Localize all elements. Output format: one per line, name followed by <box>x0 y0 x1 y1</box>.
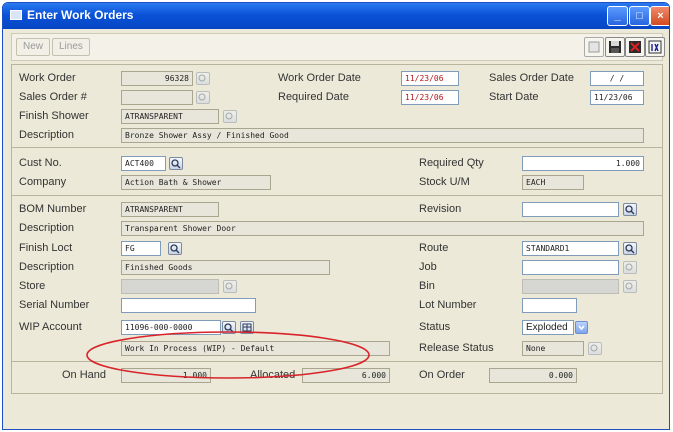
work-order-lookup-icon[interactable] <box>196 72 210 85</box>
start-date-label: Start Date <box>489 91 539 103</box>
enter-work-orders-window: Enter Work Orders _ □ × New Lines Work O… <box>2 2 670 430</box>
sales-order-date-field[interactable]: / / <box>590 71 644 86</box>
required-date-field[interactable]: 11/23/06 <box>401 90 459 105</box>
start-date-field[interactable]: 11/23/06 <box>590 90 644 105</box>
highlight-ellipse <box>86 331 370 379</box>
company-field[interactable]: Action Bath & Shower <box>121 175 271 190</box>
bom-number-field[interactable]: ATRANSPARENT <box>121 202 219 217</box>
route-lookup-icon[interactable] <box>623 242 637 255</box>
finish-loct-lookup-icon[interactable] <box>168 242 182 255</box>
bin-field[interactable] <box>522 279 619 294</box>
revision-field[interactable] <box>522 202 619 217</box>
help-book-icon[interactable] <box>645 37 665 57</box>
sales-order-number-field[interactable] <box>121 90 193 105</box>
route-label: Route <box>419 242 449 254</box>
job-label: Job <box>419 261 437 273</box>
bom-description-label: Description <box>19 222 75 234</box>
required-qty-label: Required Qty <box>419 157 484 169</box>
on-order-label: On Order <box>419 369 465 381</box>
maximize-button[interactable]: □ <box>629 6 650 26</box>
close-button[interactable]: × <box>650 6 669 26</box>
revision-label: Revision <box>419 203 462 215</box>
app-icon <box>10 10 22 20</box>
blank-icon[interactable] <box>584 37 604 57</box>
work-order-field[interactable]: 96328 <box>121 71 193 86</box>
new-button[interactable]: New <box>16 38 51 56</box>
serial-number-field[interactable] <box>121 298 256 313</box>
stock-um-field[interactable]: EACH <box>522 175 584 190</box>
sales-order-number-label: Sales Order # <box>19 91 87 103</box>
description-field[interactable]: Bronze Shower Assy / Finished Good <box>121 128 644 143</box>
section-divider <box>12 195 662 196</box>
finish-shower-lookup-icon[interactable] <box>223 110 237 123</box>
release-status-lookup-icon[interactable] <box>588 342 602 355</box>
work-order-label: Work Order <box>19 72 76 84</box>
serial-number-label: Serial Number <box>19 299 90 311</box>
bom-description-field[interactable]: Transparent Shower Door <box>121 221 644 236</box>
sales-order-date-label: Sales Order Date <box>489 72 574 84</box>
route-field[interactable]: STANDARD1 <box>522 241 619 256</box>
status-label: Status <box>419 321 451 333</box>
on-order-field[interactable]: 0.000 <box>489 368 577 383</box>
cust-no-lookup-icon[interactable] <box>169 157 183 170</box>
cust-no-label: Cust No. <box>19 157 62 169</box>
finish-shower-field[interactable]: ATRANSPARENT <box>121 109 219 124</box>
revision-lookup-icon[interactable] <box>623 203 637 216</box>
delete-icon[interactable] <box>625 37 645 57</box>
lines-button[interactable]: Lines <box>52 38 90 56</box>
job-field[interactable] <box>522 260 619 275</box>
required-qty-field[interactable]: 1.000 <box>522 156 644 171</box>
description-label: Description <box>19 129 75 141</box>
loct-description-field[interactable]: Finished Goods <box>121 260 330 275</box>
store-lookup-icon[interactable] <box>223 280 237 293</box>
lot-number-field[interactable] <box>522 298 577 313</box>
wip-account-label: WIP Account <box>19 321 82 333</box>
sales-order-lookup-icon[interactable] <box>196 91 210 104</box>
stock-um-label: Stock U/M <box>419 176 470 188</box>
loct-description-label: Description <box>19 261 75 273</box>
bin-lookup-icon[interactable] <box>623 280 637 293</box>
job-lookup-icon[interactable] <box>623 261 637 274</box>
work-order-date-field[interactable]: 11/23/06 <box>401 71 459 86</box>
work-order-date-label: Work Order Date <box>278 72 361 84</box>
section-divider <box>12 147 662 148</box>
release-status-label: Release Status <box>419 342 494 354</box>
bom-number-label: BOM Number <box>19 203 87 215</box>
release-status-field[interactable]: None <box>522 341 584 356</box>
window-title: Enter Work Orders <box>27 8 134 22</box>
chevron-down-icon[interactable] <box>575 321 588 334</box>
finish-loct-label: Finish Loct <box>19 242 73 254</box>
finish-shower-label: Finish Shower <box>19 110 89 122</box>
cust-no-field[interactable]: ACT400 <box>121 156 166 171</box>
store-field[interactable] <box>121 279 219 294</box>
finish-loct-field[interactable]: FG <box>121 241 161 256</box>
title-bar[interactable]: Enter Work Orders _ □ × <box>3 3 669 29</box>
required-date-label: Required Date <box>278 91 349 103</box>
status-select[interactable]: Exploded <box>522 320 574 335</box>
lot-number-label: Lot Number <box>419 299 477 311</box>
toolbar: New Lines <box>11 33 665 61</box>
company-label: Company <box>19 176 67 188</box>
minimize-button[interactable]: _ <box>607 6 628 26</box>
store-label: Store <box>19 280 46 292</box>
bin-label: Bin <box>419 280 435 292</box>
save-icon[interactable] <box>605 37 625 57</box>
